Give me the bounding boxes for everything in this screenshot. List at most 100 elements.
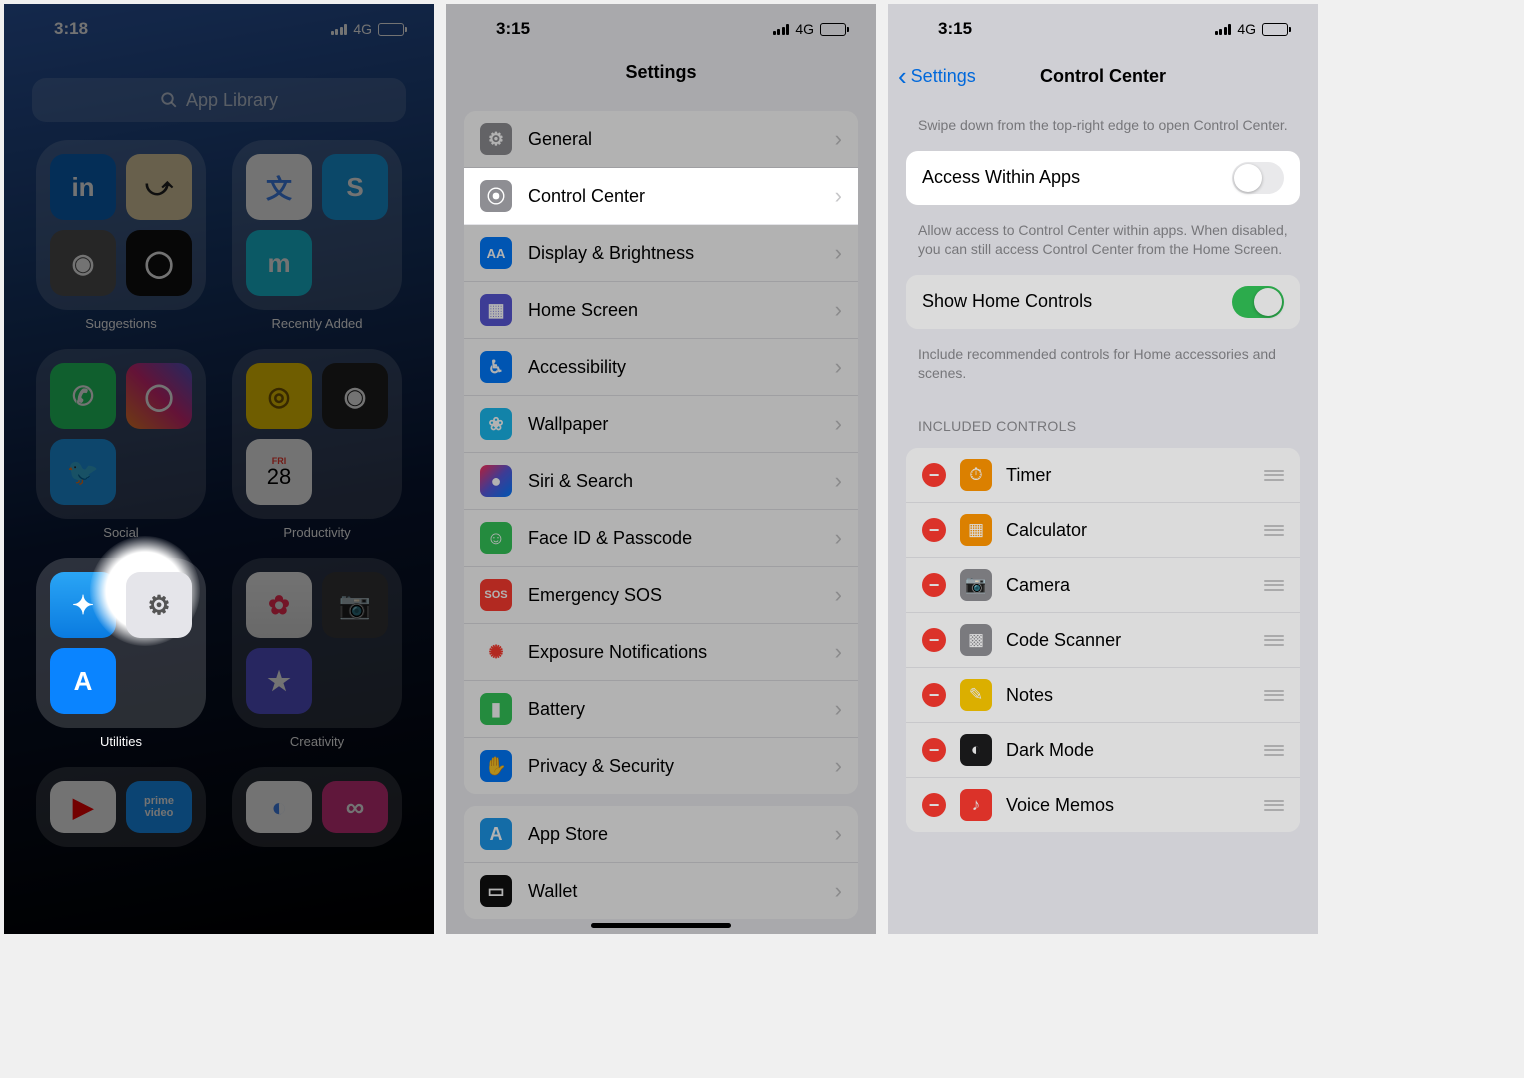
row-wallet[interactable]: ▭ Wallet › — [464, 863, 858, 919]
remove-button[interactable]: − — [922, 463, 946, 487]
chevron-right-icon: › — [835, 354, 842, 380]
camera-lens-icon[interactable]: ◉ — [322, 363, 388, 429]
row-battery[interactable]: ▮ Battery › — [464, 681, 858, 738]
folder-creativity[interactable]: ✿ 📷 ★ Creativity — [230, 558, 404, 749]
google-app-icon[interactable]: ◐ — [246, 781, 312, 833]
row-label: Wallpaper — [528, 414, 819, 435]
chevron-right-icon: › — [835, 183, 842, 209]
remove-button[interactable]: − — [922, 738, 946, 762]
battery-icon — [1262, 23, 1288, 36]
remove-button[interactable]: − — [922, 518, 946, 542]
instagram-icon[interactable]: ◯ — [126, 363, 192, 429]
folder-recently-added[interactable]: 文 S m Recently Added — [230, 140, 404, 331]
folder-social[interactable]: ✆ ◯ 🐦 Social — [34, 349, 208, 540]
remove-button[interactable]: − — [922, 573, 946, 597]
folder-entertainment[interactable]: ▶ primevideo — [34, 767, 208, 847]
mini-folder[interactable] — [322, 439, 388, 505]
battery-icon — [378, 23, 404, 36]
chevron-right-icon: › — [835, 878, 842, 904]
drag-handle-icon[interactable] — [1264, 525, 1284, 536]
mini-folder[interactable] — [126, 648, 192, 714]
status-bar: 3:18 4G — [4, 4, 434, 54]
toggle-show-home-controls[interactable] — [1232, 286, 1284, 318]
mini-folder[interactable] — [126, 439, 192, 505]
amazon-icon[interactable]: ⤻ — [126, 154, 192, 220]
folder-utilities[interactable]: ✦ ⚙ A Utilities — [34, 558, 208, 749]
row-siri[interactable]: ● Siri & Search › — [464, 453, 858, 510]
gray-app-icon[interactable]: ◉ — [50, 230, 116, 296]
remove-button[interactable]: − — [922, 683, 946, 707]
yellow-app-icon[interactable]: ◎ — [246, 363, 312, 429]
row-appstore[interactable]: A App Store › — [464, 806, 858, 863]
remove-button[interactable]: − — [922, 628, 946, 652]
toggle-access-within-apps[interactable] — [1232, 162, 1284, 194]
row-control-center[interactable]: ⦿ Control Center › — [464, 168, 858, 225]
row-show-home-controls[interactable]: Show Home Controls — [906, 275, 1300, 329]
translate-icon[interactable]: 文 — [246, 154, 312, 220]
mini-folder[interactable] — [322, 648, 388, 714]
folder-label: Productivity — [283, 525, 350, 540]
folder-productivity[interactable]: ◎ ◉ FRI28 Productivity — [230, 349, 404, 540]
row-home-screen[interactable]: ▦ Home Screen › — [464, 282, 858, 339]
safari-icon[interactable]: ✦ — [50, 572, 116, 638]
signal-icon — [1215, 23, 1232, 35]
watch-icon[interactable]: ◯ — [126, 230, 192, 296]
drag-handle-icon[interactable] — [1264, 745, 1284, 756]
youtube-icon[interactable]: ▶ — [50, 781, 116, 833]
row-faceid[interactable]: ☺ Face ID & Passcode › — [464, 510, 858, 567]
imovie-icon[interactable]: ★ — [246, 648, 312, 714]
control-row-timer[interactable]: − ⏱ Timer — [906, 448, 1300, 503]
drag-handle-icon[interactable] — [1264, 580, 1284, 591]
row-accessibility[interactable]: ♿︎ Accessibility › — [464, 339, 858, 396]
row-display[interactable]: AA Display & Brightness › — [464, 225, 858, 282]
control-row-camera[interactable]: − 📷 Camera — [906, 558, 1300, 613]
drag-handle-icon[interactable] — [1264, 690, 1284, 701]
pink-app-icon[interactable]: ∞ — [322, 781, 388, 833]
back-button[interactable]: ‹ Settings — [898, 66, 976, 87]
home-screen-icon: ▦ — [480, 294, 512, 326]
app-library-search[interactable]: App Library — [32, 78, 406, 122]
row-wallpaper[interactable]: ❀ Wallpaper › — [464, 396, 858, 453]
home-indicator[interactable] — [591, 923, 731, 928]
control-label: Calculator — [1006, 520, 1250, 541]
row-label: Access Within Apps — [922, 167, 1218, 188]
primevideo-icon[interactable]: primevideo — [126, 781, 192, 833]
teal-app-icon[interactable]: m — [246, 230, 312, 296]
drag-handle-icon[interactable] — [1264, 470, 1284, 481]
row-exposure[interactable]: ✺ Exposure Notifications › — [464, 624, 858, 681]
page-title: Settings — [446, 54, 876, 99]
row-label: Emergency SOS — [528, 585, 819, 606]
control-row-notes[interactable]: − ✎ Notes — [906, 668, 1300, 723]
photos-icon[interactable]: ✿ — [246, 572, 312, 638]
linkedin-icon[interactable]: in — [50, 154, 116, 220]
control-row-calculator[interactable]: − ▦ Calculator — [906, 503, 1300, 558]
mini-folder[interactable] — [322, 230, 388, 296]
settings-group-store: A App Store › ▭ Wallet › — [464, 806, 858, 919]
drag-handle-icon[interactable] — [1264, 800, 1284, 811]
timer-icon: ⏱ — [960, 459, 992, 491]
row-general[interactable]: ⚙ General › — [464, 111, 858, 168]
wallpaper-icon: ❀ — [480, 408, 512, 440]
row-privacy[interactable]: ✋ Privacy & Security › — [464, 738, 858, 794]
search-placeholder: App Library — [186, 90, 278, 111]
row-access-within-apps[interactable]: Access Within Apps — [906, 151, 1300, 205]
twitter-icon[interactable]: 🐦 — [50, 439, 116, 505]
folder-other[interactable]: ◐ ∞ — [230, 767, 404, 847]
control-row-code-scanner[interactable]: − ▩ Code Scanner — [906, 613, 1300, 668]
settings-icon[interactable]: ⚙ — [126, 572, 192, 638]
drag-handle-icon[interactable] — [1264, 635, 1284, 646]
camera-icon[interactable]: 📷 — [322, 572, 388, 638]
folder-suggestions[interactable]: in ⤻ ◉ ◯ Suggestions — [34, 140, 208, 331]
appstore-icon[interactable]: A — [50, 648, 116, 714]
control-row-voice-memos[interactable]: − ♪ Voice Memos — [906, 778, 1300, 832]
control-center-icon: ⦿ — [480, 180, 512, 212]
remove-button[interactable]: − — [922, 793, 946, 817]
calendar-icon[interactable]: FRI28 — [246, 439, 312, 505]
row-sos[interactable]: SOS Emergency SOS › — [464, 567, 858, 624]
whatsapp-icon[interactable]: ✆ — [50, 363, 116, 429]
display-icon: AA — [480, 237, 512, 269]
included-controls-header: INCLUDED CONTROLS — [888, 392, 1318, 442]
shazam-icon[interactable]: S — [322, 154, 388, 220]
status-time: 3:18 — [54, 19, 88, 39]
control-row-dark-mode[interactable]: − ◐ Dark Mode — [906, 723, 1300, 778]
